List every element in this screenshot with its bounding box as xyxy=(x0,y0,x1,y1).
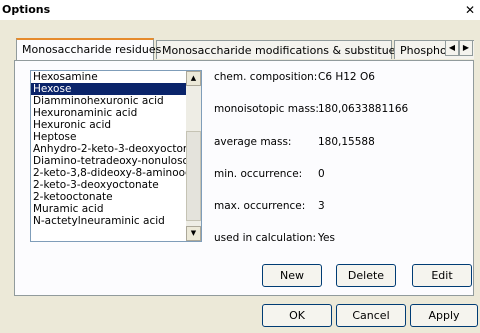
monoisotopic-mass-value: 180,0633881166 xyxy=(318,103,409,115)
list-item[interactable]: N-actetylneuraminic acid xyxy=(31,215,187,227)
list-item[interactable]: Diamminohexuronic acid xyxy=(31,95,187,107)
list-item[interactable]: 2-keto-3,8-dideoxy-8-aminooc xyxy=(31,167,187,179)
average-mass-label: average mass: xyxy=(214,136,292,148)
list-scrollbar[interactable]: ▲ ▼ xyxy=(186,71,201,241)
list-item[interactable]: Hexuronaminic acid xyxy=(31,107,187,119)
max-occurrence-value: 3 xyxy=(318,200,325,212)
tab-scroll-right-icon[interactable]: ▶ xyxy=(459,40,473,56)
tab-scroll-left-icon[interactable]: ◀ xyxy=(445,40,459,56)
list-item-selected[interactable]: Hexose xyxy=(31,83,187,95)
min-occurrence-value: 0 xyxy=(318,168,325,180)
residue-list[interactable]: Hexosamine Hexose Diamminohexuronic acid… xyxy=(30,70,202,242)
apply-button[interactable]: Apply xyxy=(410,304,478,327)
close-icon[interactable]: ✕ xyxy=(462,2,478,18)
monoisotopic-mass-label: monoisotopic mass: xyxy=(214,103,319,115)
delete-button[interactable]: Delete xyxy=(336,264,396,287)
scroll-thumb[interactable] xyxy=(186,131,201,221)
ok-button[interactable]: OK xyxy=(262,304,332,327)
tab-strip: Monosaccharide residues Monosaccharide m… xyxy=(16,38,474,60)
min-occurrence-label: min. occurrence: xyxy=(214,168,303,180)
list-item[interactable]: 2-keto-3-deoxyoctonate xyxy=(31,179,187,191)
window-title: Options xyxy=(2,3,51,16)
scroll-up-icon[interactable]: ▲ xyxy=(186,71,201,86)
scroll-down-icon[interactable]: ▼ xyxy=(186,226,201,241)
list-item[interactable]: Heptose xyxy=(31,131,187,143)
edit-button[interactable]: Edit xyxy=(412,264,472,287)
list-item[interactable]: Hexuronic acid xyxy=(31,119,187,131)
list-item[interactable]: Hexosamine xyxy=(31,71,187,83)
chem-composition-label: chem. composition: xyxy=(214,71,318,83)
title-bar: Options ✕ xyxy=(0,0,480,20)
chem-composition-value: C6 H12 O6 xyxy=(318,71,375,83)
list-item[interactable]: Diamino-tetradeoxy-nonulosor xyxy=(31,155,187,167)
list-item[interactable]: Muramic acid xyxy=(31,203,187,215)
new-button[interactable]: New xyxy=(262,264,322,287)
average-mass-value: 180,15588 xyxy=(318,136,375,148)
max-occurrence-label: max. occurrence: xyxy=(214,200,306,212)
used-in-calculation-label: used in calculation: xyxy=(214,232,317,244)
cancel-button[interactable]: Cancel xyxy=(336,304,406,327)
list-item[interactable]: 2-ketooctonate xyxy=(31,191,187,203)
list-item[interactable]: Anhydro-2-keto-3-deoxyocton xyxy=(31,143,187,155)
used-in-calculation-value: Yes xyxy=(318,232,335,244)
tab-monosaccharide-residues[interactable]: Monosaccharide residues xyxy=(16,38,161,60)
tab-modifications-substituents[interactable]: Monosaccharide modifications & substitue… xyxy=(156,40,412,59)
